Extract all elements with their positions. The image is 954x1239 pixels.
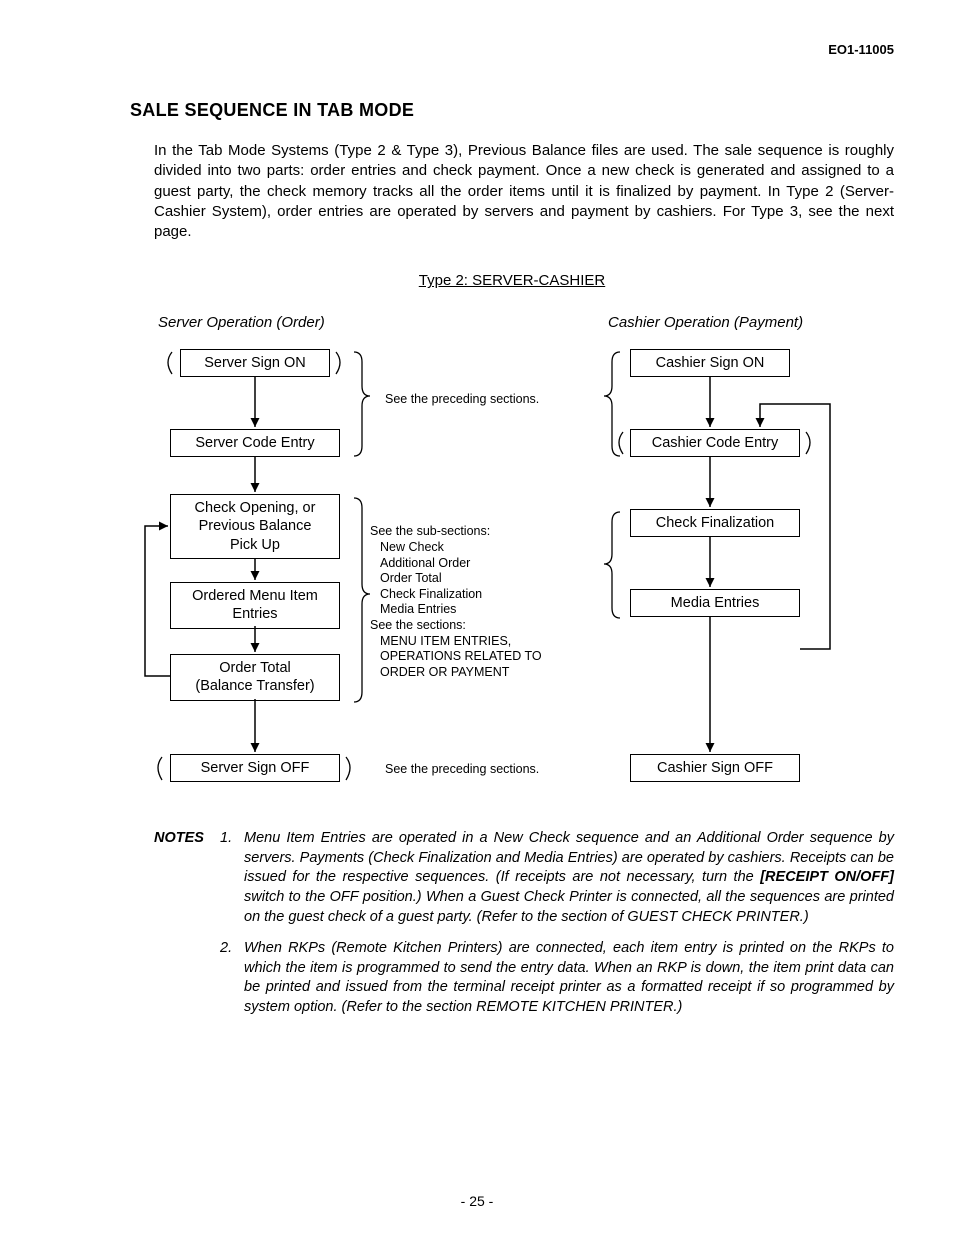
box-server-sign-off: Server Sign OFF — [170, 754, 340, 782]
notes-section: NOTES 1. Menu Item Entries are operated … — [154, 829, 894, 1017]
box-ordered-menu: Ordered Menu Item Entries — [170, 582, 340, 628]
page-heading: SALE SEQUENCE IN TAB MODE — [130, 100, 894, 121]
flow-diagram: Server Operation (Order) Cashier Operati… — [130, 314, 894, 794]
note-1-body: Menu Item Entries are operated in a New … — [244, 829, 894, 927]
mid-note-bottom: See the preceding sections. — [385, 762, 539, 778]
box-check-finalization: Check Finalization — [630, 509, 800, 537]
notes-label: NOTES — [154, 829, 220, 927]
note-1-num: 1. — [220, 829, 244, 927]
note-2-body: When RKPs (Remote Kitchen Printers) are … — [244, 939, 894, 1017]
mid-note-subitems: New Check Additional Order Order Total C… — [370, 540, 580, 618]
box-cashier-sign-off: Cashier Sign OFF — [630, 754, 800, 782]
note-2: 2. When RKPs (Remote Kitchen Printers) a… — [154, 939, 894, 1017]
mid-note-subheader: See the sub-sections: — [370, 524, 490, 538]
box-order-total: Order Total (Balance Transfer) — [170, 654, 340, 700]
box-cashier-sign-on: Cashier Sign ON — [630, 349, 790, 377]
mid-note-subheader2: See the sections: — [370, 618, 466, 632]
note-1-text-b: switch to the OFF position.) When a Gues… — [244, 889, 894, 925]
right-col-header: Cashier Operation (Payment) — [608, 314, 803, 331]
mid-note-center: See the sub-sections: New Check Addition… — [370, 524, 580, 680]
box-media-entries: Media Entries — [630, 589, 800, 617]
mid-note-subitems2: MENU ITEM ENTRIES, OPERATIONS RELATED TO… — [370, 634, 580, 681]
page-number: - 25 - — [0, 1193, 954, 1209]
note-1-bold: [RECEIPT ON/OFF] — [760, 869, 894, 885]
document-id: EO1-11005 — [828, 42, 894, 57]
box-cashier-code-entry: Cashier Code Entry — [630, 429, 800, 457]
intro-paragraph: In the Tab Mode Systems (Type 2 & Type 3… — [154, 141, 894, 242]
left-col-header: Server Operation (Order) — [158, 314, 325, 331]
mid-note-top: See the preceding sections. — [385, 392, 539, 408]
box-check-opening: Check Opening, or Previous Balance Pick … — [170, 494, 340, 558]
box-server-code-entry: Server Code Entry — [170, 429, 340, 457]
page-content: SALE SEQUENCE IN TAB MODE In the Tab Mod… — [0, 0, 954, 1017]
note-2-num: 2. — [220, 939, 244, 1017]
box-server-sign-on: Server Sign ON — [180, 349, 330, 377]
note-1: NOTES 1. Menu Item Entries are operated … — [154, 829, 894, 927]
type-label: Type 2: SERVER-CASHIER — [130, 272, 894, 289]
